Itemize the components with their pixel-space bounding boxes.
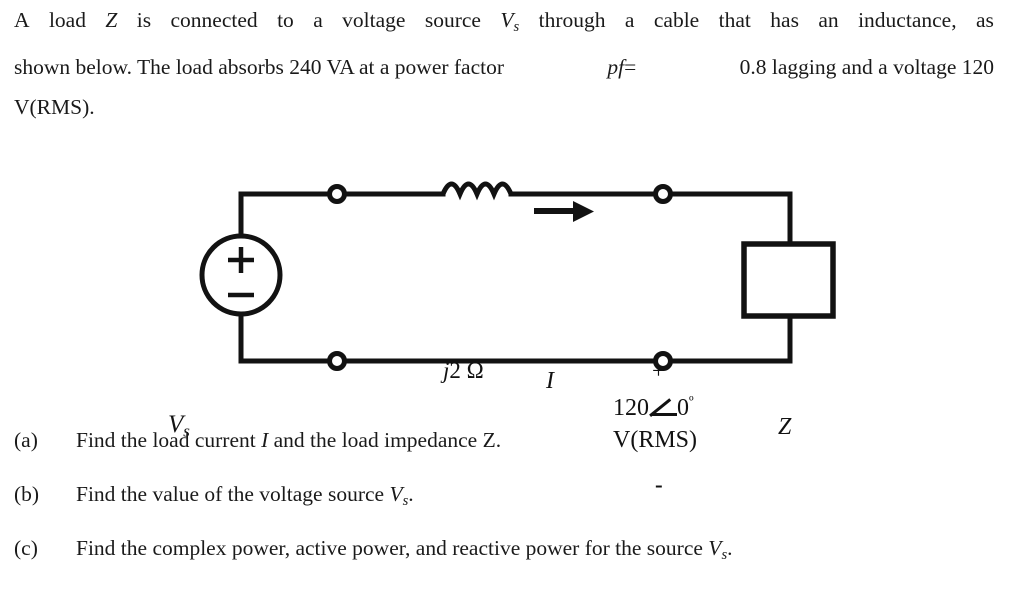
problem-line1-word: load (48, 8, 86, 32)
question-item-a: (a) Find the load current I and the load… (14, 428, 1004, 482)
load-voltage-phasor-label: 120 0º (613, 394, 694, 422)
problem-line1-word: cable (653, 8, 700, 32)
problem-line1-word: inductance, (858, 8, 957, 32)
load-polarity-plus-label: + (652, 358, 665, 383)
question-tag-c: (c) (14, 536, 38, 560)
source-voltage-symbol: Vs (500, 8, 520, 35)
impedance-symbol: Z (482, 428, 496, 452)
question-text-c: Find the complex power, active power, an… (76, 536, 733, 563)
load-voltage-angle: 0 (677, 395, 689, 422)
question-tag-a: (a) (14, 428, 38, 452)
load-impedance-box (741, 241, 836, 319)
current-symbol: I (261, 428, 269, 452)
problem-line1-word: through (538, 8, 606, 32)
inductor-value-label: jj2 Ω2 Ω (443, 358, 484, 383)
problem-line-3: V(RMS). (14, 94, 95, 119)
inductor-value-text: 2 Ω (449, 358, 484, 383)
source-voltage-symbol: Vs (708, 536, 728, 563)
terminal-node-top-right (653, 184, 673, 204)
current-direction-arrow (534, 201, 594, 222)
terminal-node-bottom-left (327, 351, 347, 371)
problem-line1-word: is (136, 8, 152, 32)
problem-line-2: shown below. The load absorbs 240 VA at … (14, 47, 994, 87)
problem-line1-word: connected (170, 8, 258, 32)
problem-line1-word: to (277, 8, 294, 32)
problem-line-1: A load Z is connected to a voltage sourc… (14, 0, 994, 47)
problem-line1-word: has (770, 8, 799, 32)
question-text-a: Find the load current I and the load imp… (76, 428, 502, 452)
impedance-symbol: Z (105, 8, 118, 32)
source-voltage-symbol: Vs (389, 482, 409, 509)
load-voltage-magnitude: 120 (613, 395, 649, 422)
angle-icon (649, 398, 677, 418)
terminal-node-top-left (327, 184, 347, 204)
problem-statement: A load Z is connected to a voltage sourc… (14, 0, 994, 127)
circuit-schematic-svg (199, 181, 836, 371)
problem-line1-word: as (975, 8, 994, 32)
current-label: I (546, 368, 554, 394)
circuit-diagram: Vs jj2 Ω2 Ω I + 1200º V(RMS) - Z (0, 150, 1024, 497)
question-text-b: Find the value of the voltage source Vs. (76, 482, 414, 509)
problem-line1-word: a (624, 8, 635, 32)
problem-line1-word: that (718, 8, 751, 32)
inductor-coil (440, 181, 514, 201)
problem-line1-word: voltage (342, 8, 406, 32)
question-item-c: (c) Find the complex power, active power… (14, 536, 1004, 590)
problem-line2-head: shown below. The load absorbs 240 VA at … (14, 54, 505, 79)
problem-line1-word: an (818, 8, 839, 32)
question-tag-b: (b) (14, 482, 40, 506)
power-factor-expression: pf= (607, 54, 637, 79)
question-list: (a) Find the load current I and the load… (14, 428, 1004, 590)
question-item-b: (b) Find the value of the voltage source… (14, 482, 1004, 536)
problem-line2-tail: 0.8 lagging and a voltage 120 (739, 54, 994, 79)
problem-line1-word: a (313, 8, 323, 32)
problem-line1-word: source (424, 8, 481, 32)
problem-line1-word: A (14, 8, 30, 32)
degree-symbol: º (689, 394, 694, 410)
